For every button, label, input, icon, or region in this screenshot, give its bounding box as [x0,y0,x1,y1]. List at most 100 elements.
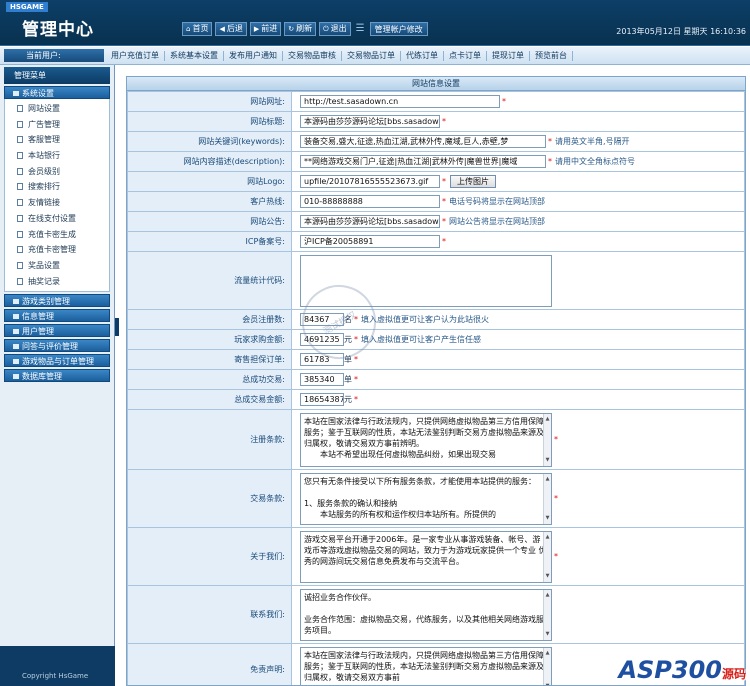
disclaimer-textarea[interactable]: 本站在国家法律与行政法规内，只提供网络虚拟物品第三方信用保障服务；鉴于互联网的性… [300,646,552,685]
sidebar-item-service[interactable]: 客服管理 [5,132,109,148]
forward-button[interactable]: ▶ 前进 [249,22,282,36]
sidebar-item-card-generate[interactable]: 充值卡密生成 [5,227,109,243]
phone-label: 客户热线: [127,191,292,212]
sidebar-group-info[interactable]: 信息管理 [4,309,110,323]
notice-label: 网站公告: [127,211,292,232]
home-label: 首页 [192,24,209,33]
folder-icon [13,359,19,365]
tab-item-review[interactable]: 交易物品审核 [283,51,342,61]
tab-preview-frontend[interactable]: 预览前台 [530,51,573,61]
sidebar-group-qa[interactable]: 问答与评价管理 [4,339,110,353]
item-label: 客服管理 [28,135,60,145]
row-contact: 联系我们: 诚招业务合作伙伴。 业务合作范围：虚拟物品交易，代练服务，以及其他相… [127,585,745,644]
sidebar-item-search-rank[interactable]: 搜索排行 [5,179,109,195]
menu-icon: ☰ [355,23,365,34]
row-guarantee-orders: 寄售担保订单: 61783 单 * [127,349,745,370]
keywords-hint: 请用英文半角,号隔开 [555,137,630,146]
forward-icon: ▶ [253,25,260,33]
sidebar-item-ads[interactable]: 广告管理 [5,117,109,133]
sidebar-item-lottery-log[interactable]: 抽奖记录 [5,274,109,290]
page-icon [17,246,23,254]
buyer-amount-hint: 填入虚拟值更可让客户产生信任感 [361,335,481,344]
success-trades-label: 总成功交易: [127,369,292,390]
copyright: Copyright HsGame [22,672,89,680]
sidebar-item-bank[interactable]: 本站银行 [5,148,109,164]
notice-hint: 网站公告将显示在网站顶部 [449,217,545,226]
phone-input[interactable]: 010-88888888 [300,195,440,208]
required-mark: * [502,97,506,106]
page-icon [17,136,23,144]
item-label: 充值卡密管理 [28,245,76,255]
textarea-scrollbar[interactable] [543,647,551,685]
date-clock: 2013年05月12日 星期天 16:10:36 [616,27,746,36]
sidebar-group-game-category[interactable]: 游戏类别管理 [4,294,110,308]
exit-button[interactable]: ⏻ 退出 [319,22,351,36]
watermark-logo: ASP300源码 [618,656,746,684]
sidebar-item-prize[interactable]: 奖品设置 [5,258,109,274]
about-textarea[interactable]: 游戏交易平台开通于2006年。是一家专业从事游戏装备、帐号、游戏币等游戏虚拟物品… [300,530,552,583]
forward-label: 前进 [261,24,278,33]
refresh-button[interactable]: ↻ 刷新 [284,22,317,36]
tab-withdraw-orders[interactable]: 提现订单 [487,51,530,61]
title-input[interactable]: 本源码由莎莎源码论坛[bbs.sasadown.cn] [300,115,440,128]
page-icon [17,199,23,207]
trade-terms-textarea[interactable]: 您只有无条件接受以下所有服务条款，才能使用本站提供的服务： 1、服务条款的确认和… [300,472,552,525]
tab-powerlevel-orders[interactable]: 代练订单 [401,51,444,61]
group-label: 问答与评价管理 [22,342,78,352]
top-nav: ⌂ 首页 ◀ 后退 ▶ 前进 ↻ 刷新 ⏻ 退出 ☰ 管理帐户修改 [182,22,428,36]
logo-input[interactable]: upfile/20107816555523673.gif [300,175,440,188]
page-icon [17,105,23,112]
textarea-scrollbar[interactable] [543,473,551,524]
tab-item-orders[interactable]: 交易物品订单 [342,51,401,61]
icp-input[interactable]: 沪ICP备20058891 [300,235,440,248]
back-button[interactable]: ◀ 后退 [215,22,247,36]
row-about: 关于我们: 游戏交易平台开通于2006年。是一家专业从事游戏装备、帐号、游戏币等… [127,527,745,586]
textarea-scrollbar[interactable] [543,589,551,640]
required-mark: * [554,552,558,561]
tab-user-notice[interactable]: 发布用户通知 [224,51,283,61]
contact-textarea[interactable]: 诚招业务合作伙伴。 业务合作范围：虚拟物品交易，代练服务，以及其他相关网络游戏服… [300,588,552,641]
sidebar-group-system[interactable]: 系统设置 [4,86,110,99]
textarea-scrollbar[interactable] [543,413,551,466]
sidebar-toggle-handle[interactable] [115,318,119,336]
watermark-suffix: 源码 [721,667,746,681]
notice-input[interactable]: 本源码由莎莎源码论坛[bbs.sasadown.cn] [300,215,440,228]
textarea-scrollbar[interactable] [543,531,551,582]
tab-recharge-orders[interactable]: 用户充值订单 [106,51,165,61]
stats-label: 流量统计代码: [127,251,292,310]
account-edit-button[interactable]: 管理帐户修改 [369,22,428,36]
sidebar-group-users[interactable]: 用户管理 [4,324,110,338]
page-icon [17,230,23,238]
sidebar-item-payment[interactable]: 在线支付设置 [5,211,109,227]
required-mark: * [354,355,358,364]
page-icon [17,152,23,160]
required-mark: * [354,395,358,404]
item-label: 在线支付设置 [28,213,76,223]
back-label: 后退 [226,24,243,33]
quick-tabs: 用户充值订单 系统基本设置 发布用户通知 交易物品审核 交易物品订单 代练订单 … [106,47,573,65]
row-url: 网站网址: http://test.sasadown.cn * [127,91,745,112]
folder-icon [13,91,19,96]
success-trades-input[interactable]: 385340 [300,373,344,386]
tab-system-settings[interactable]: 系统基本设置 [165,51,224,61]
keywords-input[interactable]: 装备交易,盛大,征途,热血江湖,武林外传,魔域,巨人,赤壁,梦 [300,135,546,148]
description-input[interactable]: **网络游戏交易门户,征途|热血江湖|武林外传|魔兽世界|魔域 [300,155,546,168]
admin-app: HSGAME 管理中心 ⌂ 首页 ◀ 后退 ▶ 前进 ↻ 刷新 ⏻ 退出 ☰ 管理帐户修改… [0,0,750,686]
back-icon: ◀ [219,25,225,33]
sidebar-group-game-items[interactable]: 游戏物品与订单管理 [4,354,110,368]
sidebar-item-links[interactable]: 友情链接 [5,195,109,211]
upload-image-button[interactable]: 上传图片 [450,175,496,188]
tab-card-orders[interactable]: 点卡订单 [444,51,487,61]
row-buyer-amount: 玩家求购金额: 4691235 元 * 填入虚拟值更可让客户产生信任感 [127,329,745,350]
total-amount-input[interactable]: 18654387 [300,393,344,406]
sidebar-item-member-level[interactable]: 会员级别 [5,164,109,180]
sidebar-item-site-settings[interactable]: 网站设置 [5,101,109,117]
url-input[interactable]: http://test.sasadown.cn [300,95,500,108]
brand-tag: HSGAME [6,2,48,12]
terms-textarea[interactable]: 本站在国家法律与行政法规内，只提供网络虚拟物品第三方信用保障服务；鉴于互联网的性… [300,412,552,467]
home-button[interactable]: ⌂ 首页 [182,22,213,36]
sidebar-item-card-manage[interactable]: 充值卡密管理 [5,242,109,258]
contact-text: 诚招业务合作伙伴。 业务合作范围：虚拟物品交易，代练服务，以及其他相关网络游戏服… [304,592,544,635]
item-label: 抽奖记录 [28,276,60,286]
sidebar-group-database[interactable]: 数据库管理 [4,369,110,383]
